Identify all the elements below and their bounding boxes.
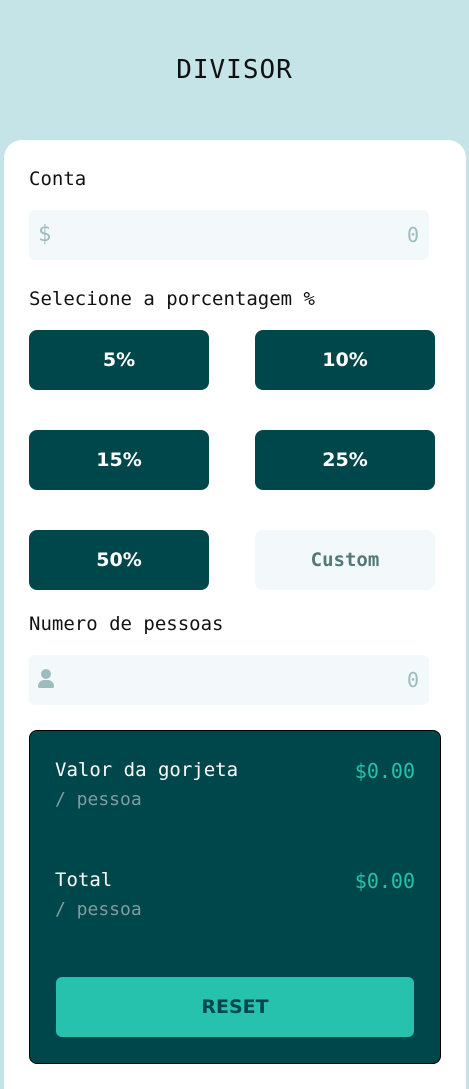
person-icon (38, 669, 54, 689)
people-input[interactable]: 0 (29, 655, 429, 705)
app-title: DIVISOR (176, 55, 293, 85)
tip-button-15[interactable]: 15% (29, 430, 209, 490)
tip-label: Selecione a porcentagem % (29, 288, 315, 310)
tip-button-5[interactable]: 5% (29, 330, 209, 390)
calculator-card: Conta $ 0 Selecione a porcentagem % 5% 1… (4, 140, 466, 1089)
tip-button-50[interactable]: 50% (29, 530, 209, 590)
total-sub: / pessoa (55, 899, 142, 920)
tip-amount-label: Valor da gorjeta (55, 759, 239, 781)
bill-input-value[interactable]: 0 (407, 223, 419, 247)
people-label: Numero de pessoas (29, 613, 224, 635)
results-panel: Valor da gorjeta / pessoa $0.00 Total / … (29, 730, 441, 1064)
tip-amount-sub: / pessoa (55, 789, 142, 810)
total-value: $0.00 (354, 869, 415, 893)
dollar-icon: $ (38, 222, 52, 247)
bill-label: Conta (29, 168, 87, 190)
reset-button[interactable]: RESET (56, 977, 414, 1037)
tip-button-25[interactable]: 25% (255, 430, 435, 490)
tip-button-10[interactable]: 10% (255, 330, 435, 390)
people-input-value[interactable]: 0 (407, 668, 419, 692)
bill-input[interactable]: $ 0 (29, 210, 429, 260)
total-label: Total (55, 869, 113, 891)
tip-custom-input[interactable]: Custom (255, 530, 435, 590)
tip-amount-value: $0.00 (354, 759, 415, 783)
